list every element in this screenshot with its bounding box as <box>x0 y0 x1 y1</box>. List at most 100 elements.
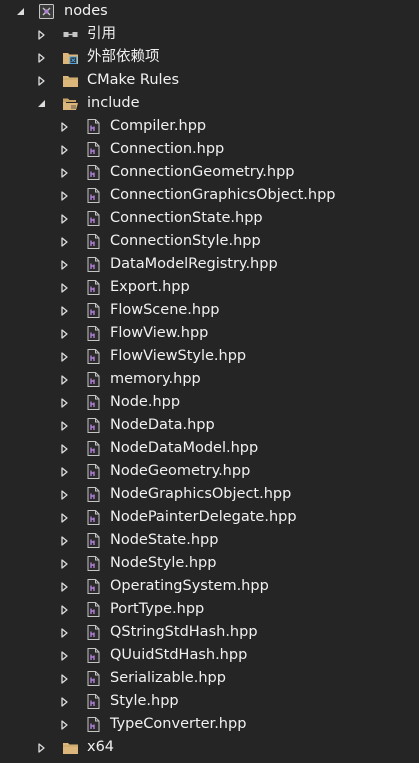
header-file-icon <box>85 210 102 227</box>
expand-chevron-icon[interactable] <box>59 558 69 569</box>
tree-item-folder[interactable]: 外部依赖项 <box>0 46 419 69</box>
tree-item-label: Export.hpp <box>110 279 190 295</box>
tree-item-folder[interactable]: CMake Rules <box>0 69 419 92</box>
expand-chevron-icon[interactable] <box>59 305 69 316</box>
tree-item-file[interactable]: Serializable.hpp <box>0 667 419 690</box>
expand-chevron-icon[interactable] <box>59 144 69 155</box>
expand-chevron-icon[interactable] <box>36 52 46 63</box>
expand-chevron-icon[interactable] <box>59 627 69 638</box>
tree-item-label: Serializable.hpp <box>110 670 226 686</box>
expand-chevron-icon[interactable] <box>59 213 69 224</box>
expand-chevron-icon[interactable] <box>59 604 69 615</box>
folder-icon <box>62 739 79 756</box>
collapse-chevron-icon[interactable] <box>15 6 25 17</box>
header-file-icon <box>85 601 102 618</box>
expand-chevron-icon[interactable] <box>59 351 69 362</box>
tree-item-label: 外部依赖项 <box>87 49 160 65</box>
expand-chevron-icon[interactable] <box>59 512 69 523</box>
tree-item-file[interactable]: Style.hpp <box>0 690 419 713</box>
tree-item-label: NodeGraphicsObject.hpp <box>110 486 292 502</box>
tree-item-file[interactable]: FlowView.hpp <box>0 322 419 345</box>
tree-item-file[interactable]: NodeGraphicsObject.hpp <box>0 483 419 506</box>
tree-item-label: ConnectionState.hpp <box>110 210 263 226</box>
tree-item-file[interactable]: memory.hpp <box>0 368 419 391</box>
expand-chevron-icon[interactable] <box>59 259 69 270</box>
expand-chevron-icon[interactable] <box>59 443 69 454</box>
folder-open-icon <box>62 95 79 112</box>
expand-chevron-icon[interactable] <box>59 397 69 408</box>
header-file-icon <box>85 670 102 687</box>
tree-item-file[interactable]: FlowScene.hpp <box>0 299 419 322</box>
tree-item-label: FlowScene.hpp <box>110 302 220 318</box>
references-icon <box>62 26 79 43</box>
expand-chevron-icon[interactable] <box>59 650 69 661</box>
tree-item-label: NodeStyle.hpp <box>110 555 217 571</box>
expand-chevron-icon[interactable] <box>59 167 69 178</box>
expand-chevron-icon[interactable] <box>59 719 69 730</box>
tree-item-file[interactable]: Connection.hpp <box>0 138 419 161</box>
header-file-icon <box>85 187 102 204</box>
header-file-icon <box>85 509 102 526</box>
tree-item-file[interactable]: ConnectionState.hpp <box>0 207 419 230</box>
tree-item-label: CMake Rules <box>87 72 180 88</box>
expand-chevron-icon[interactable] <box>59 581 69 592</box>
header-file-icon <box>85 440 102 457</box>
tree-item-label: QUuidStdHash.hpp <box>110 647 248 663</box>
tree-item-file[interactable]: DataModelRegistry.hpp <box>0 253 419 276</box>
tree-item-label: ConnectionGeometry.hpp <box>110 164 295 180</box>
tree-item-label: FlowView.hpp <box>110 325 209 341</box>
tree-item-file[interactable]: Export.hpp <box>0 276 419 299</box>
expand-chevron-icon[interactable] <box>59 190 69 201</box>
tree-item-label: DataModelRegistry.hpp <box>110 256 278 272</box>
header-file-icon <box>85 141 102 158</box>
tree-item-project[interactable]: nodes <box>0 0 419 23</box>
tree-item-label: NodeDataModel.hpp <box>110 440 259 456</box>
expand-chevron-icon[interactable] <box>59 236 69 247</box>
header-file-icon <box>85 532 102 549</box>
tree-item-file[interactable]: Node.hpp <box>0 391 419 414</box>
expand-chevron-icon[interactable] <box>59 535 69 546</box>
tree-item-file[interactable]: TypeConverter.hpp <box>0 713 419 736</box>
tree-item-file[interactable]: NodeStyle.hpp <box>0 552 419 575</box>
tree-item-label: NodeState.hpp <box>110 532 219 548</box>
tree-item-folder[interactable]: 引用 <box>0 23 419 46</box>
expand-chevron-icon[interactable] <box>36 742 46 753</box>
tree-item-label: ConnectionGraphicsObject.hpp <box>110 187 336 203</box>
tree-item-folder[interactable]: x64 <box>0 736 419 759</box>
collapse-chevron-icon[interactable] <box>36 98 46 109</box>
tree-item-file[interactable]: Compiler.hpp <box>0 115 419 138</box>
tree-item-file[interactable]: OperatingSystem.hpp <box>0 575 419 598</box>
expand-chevron-icon[interactable] <box>59 374 69 385</box>
tree-item-file[interactable]: QStringStdHash.hpp <box>0 621 419 644</box>
tree-item-file[interactable]: NodeGeometry.hpp <box>0 460 419 483</box>
tree-item-file[interactable]: ConnectionGraphicsObject.hpp <box>0 184 419 207</box>
expand-chevron-icon[interactable] <box>36 29 46 40</box>
header-file-icon <box>85 302 102 319</box>
header-file-icon <box>85 371 102 388</box>
tree-item-label: NodePainterDelegate.hpp <box>110 509 297 525</box>
expand-chevron-icon[interactable] <box>36 75 46 86</box>
tree-item-label: FlowViewStyle.hpp <box>110 348 247 364</box>
tree-item-label: QStringStdHash.hpp <box>110 624 258 640</box>
tree-item-file[interactable]: FlowViewStyle.hpp <box>0 345 419 368</box>
expand-chevron-icon[interactable] <box>59 328 69 339</box>
expand-chevron-icon[interactable] <box>59 466 69 477</box>
expand-chevron-icon[interactable] <box>59 121 69 132</box>
tree-item-file[interactable]: NodeState.hpp <box>0 529 419 552</box>
expand-chevron-icon[interactable] <box>59 489 69 500</box>
expand-chevron-icon[interactable] <box>59 696 69 707</box>
tree-item-file[interactable]: PortType.hpp <box>0 598 419 621</box>
expand-chevron-icon[interactable] <box>59 420 69 431</box>
tree-item-label: nodes <box>64 3 108 19</box>
expand-chevron-icon[interactable] <box>59 282 69 293</box>
tree-item-file[interactable]: ConnectionStyle.hpp <box>0 230 419 253</box>
tree-item-file[interactable]: NodeData.hpp <box>0 414 419 437</box>
tree-item-file[interactable]: NodePainterDelegate.hpp <box>0 506 419 529</box>
tree-item-label: NodeData.hpp <box>110 417 215 433</box>
expand-chevron-icon[interactable] <box>59 673 69 684</box>
tree-item-folder[interactable]: include <box>0 92 419 115</box>
tree-item-file[interactable]: QUuidStdHash.hpp <box>0 644 419 667</box>
tree-item-file[interactable]: NodeDataModel.hpp <box>0 437 419 460</box>
tree-item-file[interactable]: ConnectionGeometry.hpp <box>0 161 419 184</box>
header-file-icon <box>85 647 102 664</box>
